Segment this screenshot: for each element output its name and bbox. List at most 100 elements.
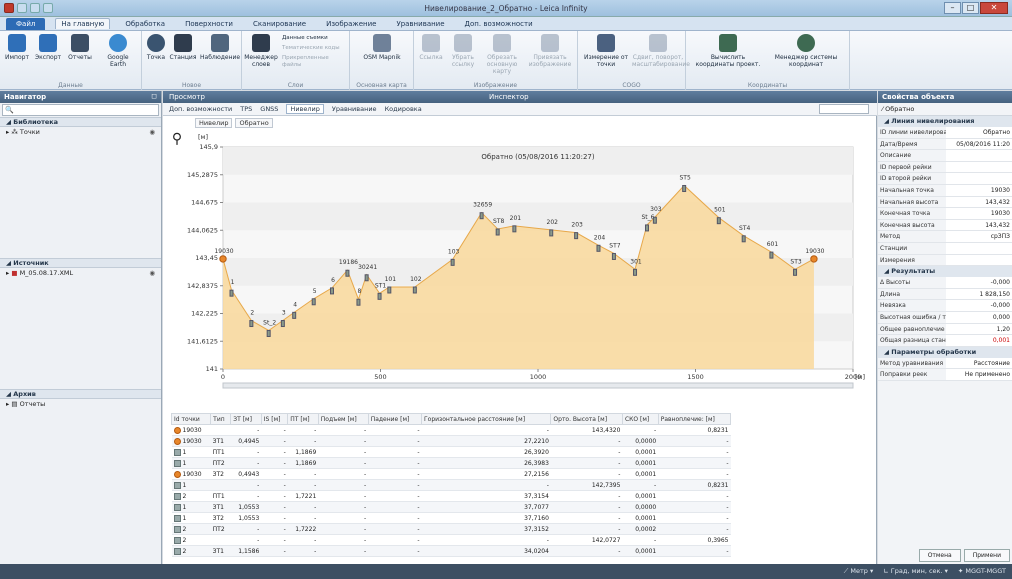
compute-coordinates-button[interactable]: Вычислить координаты проект.: [692, 34, 764, 68]
property-value[interactable]: 1,20: [946, 323, 1012, 335]
units-selector[interactable]: ⟋ Метр ▾: [844, 567, 874, 576]
library-section[interactable]: ◢ Библиотека: [0, 117, 161, 127]
tab-surfaces[interactable]: Поверхности: [180, 19, 238, 29]
inspector-search-input[interactable]: [819, 104, 869, 114]
reports-item[interactable]: ▸ ▤ Отчеты: [0, 399, 161, 410]
file-item[interactable]: ▸ ■ M_05.08.17.XML ◉: [0, 268, 161, 279]
property-row[interactable]: Описание: [878, 150, 1012, 162]
property-row[interactable]: Станции: [878, 242, 1012, 255]
property-row[interactable]: ID первой рейки: [878, 161, 1012, 174]
crop-map-button[interactable]: Обрезать основную карту: [480, 34, 524, 75]
subtab-extras[interactable]: Доп. возможности: [169, 105, 232, 113]
property-row[interactable]: Поправки реек Не применено: [878, 369, 1012, 381]
property-value[interactable]: -0,000: [946, 277, 1012, 288]
cancel-button[interactable]: Отмена: [918, 549, 961, 562]
reports-button[interactable]: Отчеты: [66, 34, 94, 61]
tab-inspector[interactable]: Инспектор: [483, 91, 877, 103]
property-row[interactable]: Общее равноплечие 1,20: [878, 323, 1012, 336]
station-button[interactable]: Станция: [168, 34, 198, 61]
subtab-tps[interactable]: TPS: [240, 105, 252, 113]
property-row[interactable]: Дата/Время 05/08/2016 11:20: [878, 138, 1012, 151]
column-header[interactable]: IS [м]: [260, 413, 289, 425]
minimize-button[interactable]: –: [944, 2, 961, 14]
google-earth-button[interactable]: Google Earth: [100, 34, 136, 68]
sources-section[interactable]: ◢ Источник: [0, 258, 161, 268]
table-row[interactable]: 2- - - - - -142,0727-0,3965: [171, 534, 731, 546]
points-item[interactable]: ▸ ⁂ Точки ◉: [0, 127, 161, 138]
apply-button[interactable]: Примени: [963, 549, 1010, 562]
eye-icon[interactable]: ◉: [149, 127, 155, 138]
eye-icon[interactable]: ◉: [149, 268, 155, 279]
attached-files-dropdown[interactable]: Прикрепленные файлы: [282, 55, 349, 69]
property-value[interactable]: 19030: [946, 208, 1012, 219]
tab-extras[interactable]: Доп. возможности: [460, 19, 538, 29]
tab-adjustment[interactable]: Уравнивание: [391, 19, 449, 29]
section-params[interactable]: ◢ Параметры обработки: [878, 346, 1012, 358]
shift-rotate-button[interactable]: Сдвиг, поворот, масштабирование: [632, 34, 690, 68]
export-button[interactable]: Экспорт: [34, 34, 62, 61]
crumb-level[interactable]: Нивелир: [195, 118, 233, 128]
property-row[interactable]: Δ Высоты -0,000: [878, 277, 1012, 289]
subtab-level[interactable]: Нивелир: [286, 104, 324, 114]
property-value[interactable]: 0,001: [946, 335, 1012, 346]
tab-view[interactable]: Просмотр: [163, 91, 483, 103]
property-row[interactable]: Метод уравнивания Расстояние: [878, 357, 1012, 370]
property-row[interactable]: ID линии нивелирова Обратно: [878, 127, 1012, 139]
coordinate-system-selector[interactable]: ✦ MGGT-MGGT: [958, 567, 1006, 576]
column-header[interactable]: Горизонтальное расстояние [м]: [420, 413, 552, 425]
maximize-button[interactable]: □: [962, 2, 979, 14]
property-row[interactable]: Длина 1 828,150: [878, 288, 1012, 301]
close-button[interactable]: ✕: [980, 2, 1008, 14]
osm-mapnik-button[interactable]: OSM Mapnik: [362, 34, 402, 61]
property-row[interactable]: Начальная высота 143,432: [878, 196, 1012, 209]
property-row[interactable]: ID второй рейки: [878, 173, 1012, 185]
property-value[interactable]: Обратно: [946, 127, 1012, 138]
column-header[interactable]: Орто. Высота [м]: [550, 413, 623, 425]
column-header[interactable]: Тип: [210, 413, 232, 425]
property-row[interactable]: Невязка -0,000: [878, 300, 1012, 312]
table-row[interactable]: 2 ЗТ1 1,1586- - - -34,0204-0,0001-: [171, 545, 731, 557]
tab-file[interactable]: Файл: [6, 17, 46, 30]
subtab-gnss[interactable]: GNSS: [260, 105, 278, 113]
section-level-line[interactable]: ◢ Линия нивелирования: [878, 116, 1012, 127]
property-value[interactable]: [946, 161, 1012, 173]
table-row[interactable]: 19030 ЗТ2 0,4943- - - -27,2156-0,0001-: [171, 468, 731, 480]
column-header[interactable]: Подъем [м]: [317, 413, 369, 425]
thematic-codes-dropdown[interactable]: Тематические коды: [282, 45, 340, 52]
navigator-search-input[interactable]: 🔍: [2, 104, 159, 116]
property-value[interactable]: 05/08/2016 11:20: [946, 138, 1012, 150]
table-row[interactable]: 2 ПТ1- -1,7221- -37,3154-0,0001-: [171, 490, 731, 502]
tab-image[interactable]: Изображение: [321, 19, 381, 29]
cs-manager-button[interactable]: Менеджер системы координат: [770, 34, 842, 68]
subtab-adjustment[interactable]: Уравнивание: [332, 105, 377, 113]
tab-processing[interactable]: Обработка: [120, 19, 170, 29]
property-value[interactable]: [946, 254, 1012, 266]
subtab-coding[interactable]: Кодировка: [385, 105, 422, 113]
crumb-back[interactable]: Обратно: [235, 118, 273, 128]
column-header[interactable]: Равноплечие: [м]: [657, 413, 732, 425]
column-header[interactable]: ЗТ [м]: [230, 413, 262, 425]
angle-units-selector[interactable]: ∟ Град, мин, сек. ▾: [883, 567, 948, 576]
column-header[interactable]: Падение [м]: [367, 413, 422, 425]
observation-button[interactable]: Наблюдение: [200, 34, 240, 61]
table-row[interactable]: 19030 ЗТ1 0,4945- - - -27,2210-0,0000-: [171, 435, 731, 447]
pin-icon[interactable]: ◻: [151, 92, 157, 100]
remove-link-button[interactable]: Убрать ссылку: [448, 34, 478, 68]
property-row[interactable]: Общая разница станц 0,001: [878, 335, 1012, 347]
link-button[interactable]: Ссылка: [418, 34, 444, 61]
table-row[interactable]: 1 ПТ2- -1,1869- -26,3983-0,0001-: [171, 457, 731, 469]
property-row[interactable]: Высотная ошибка / то 0,000: [878, 311, 1012, 324]
property-row[interactable]: Начальная точка 19030: [878, 184, 1012, 197]
property-value[interactable]: 143,432: [946, 196, 1012, 208]
property-value[interactable]: [946, 242, 1012, 254]
table-row[interactable]: 1 ПТ1- -1,1869- -26,3920-0,0001-: [171, 446, 731, 458]
property-value[interactable]: -0,000: [946, 300, 1012, 311]
property-row[interactable]: Конечная точка 19030: [878, 208, 1012, 220]
property-row[interactable]: Измерения: [878, 254, 1012, 267]
attach-image-button[interactable]: Привязать изображение: [526, 34, 574, 68]
column-header[interactable]: ПТ [м]: [287, 413, 319, 425]
property-value[interactable]: 143,432: [946, 219, 1012, 231]
column-header[interactable]: СКО [м]: [621, 413, 659, 425]
property-value[interactable]: срЗПЗ: [946, 231, 1012, 242]
measure-from-point-button[interactable]: Измерение от точки: [582, 34, 630, 68]
